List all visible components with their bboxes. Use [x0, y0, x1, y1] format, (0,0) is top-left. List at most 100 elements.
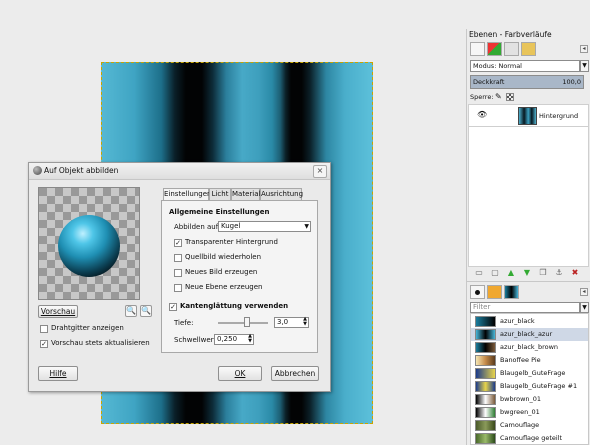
transparent-bg-label: Transparenter Hintergrund: [185, 238, 278, 246]
gradient-swatch: [475, 329, 496, 340]
gradient-item[interactable]: Banoffee Pie: [471, 354, 588, 367]
map-to-label: Abbilden auf:: [174, 223, 221, 231]
lock-label: Sperre:: [470, 93, 494, 101]
new-layer-checkbox[interactable]: [174, 284, 182, 292]
gradient-swatch: [475, 316, 496, 327]
new-group-icon[interactable]: ▢: [491, 269, 499, 277]
gradient-name: bwbrown_01: [500, 395, 542, 403]
close-icon[interactable]: ×: [313, 165, 327, 178]
tab-light[interactable]: Licht: [209, 188, 231, 200]
tab-orientation[interactable]: Ausrichtung: [260, 188, 303, 200]
gradient-name: azur_black_brown: [500, 343, 559, 351]
gradient-item[interactable]: azur_black_azur: [471, 328, 588, 341]
gradient-swatch: [475, 355, 496, 366]
tab-material[interactable]: Material: [231, 188, 260, 200]
tile-source-checkbox[interactable]: [174, 254, 182, 262]
gradient-item[interactable]: Blaugelb_GuteFrage: [471, 367, 588, 380]
layer-name: Hintergrund: [539, 112, 579, 120]
gradient-item[interactable]: azur_black_brown: [471, 341, 588, 354]
cancel-button-label: Abbrechen: [274, 369, 316, 378]
new-layer-label: Neue Ebene erzeugen: [185, 283, 263, 291]
gradients-tab-icon[interactable]: [504, 285, 519, 299]
chevron-down-icon[interactable]: ▼: [580, 302, 589, 313]
mode-value: Modus: Normal: [473, 62, 522, 70]
transparent-bg-checkbox[interactable]: ✓: [174, 239, 182, 247]
gradient-item[interactable]: bwgreen_01: [471, 406, 588, 419]
help-button[interactable]: Hilfe: [38, 366, 78, 381]
gradient-item[interactable]: Camouflage: [471, 419, 588, 432]
gradient-swatch: [475, 368, 496, 379]
zoom-in-icon[interactable]: 🔍: [140, 305, 152, 317]
lower-layer-icon[interactable]: ▼: [523, 269, 531, 277]
new-image-label: Neues Bild erzeugen: [185, 268, 258, 276]
layer-row[interactable]: 👁 Hintergrund: [468, 104, 589, 127]
preview-button[interactable]: Vorschau: [38, 305, 78, 318]
gradient-name: Camouflage: [500, 421, 540, 429]
cancel-button[interactable]: Abbrechen: [271, 366, 319, 381]
gradient-item[interactable]: Blaugelb_GuteFrage #1: [471, 380, 588, 393]
gradient-name: Camouflage geteilt: [500, 434, 563, 442]
auto-preview-label: Vorschau stets aktualisieren: [51, 339, 150, 347]
brushes-tab-icon[interactable]: [470, 285, 485, 299]
paths-tab-icon[interactable]: [504, 42, 519, 56]
map-to-select[interactable]: Kugel ▼: [218, 221, 311, 232]
panel-menu-icon[interactable]: ◂: [580, 288, 588, 296]
zoom-out-icon[interactable]: 🔍: [125, 305, 137, 317]
chevron-down-icon[interactable]: ▼: [580, 60, 589, 72]
help-button-label: Hilfe: [49, 369, 67, 378]
section-title: Allgemeine Einstellungen: [169, 208, 270, 216]
map-object-dialog: Auf Objekt abbilden × Vorschau 🔍 🔍 Draht…: [28, 162, 331, 392]
opacity-slider[interactable]: Deckkraft 100,0: [470, 75, 584, 89]
gradient-list[interactable]: azur_black azur_black_azur azur_black_brow…: [470, 313, 589, 445]
layer-thumbnail: [518, 107, 537, 125]
chevron-down-icon: ▼: [304, 223, 309, 230]
gradient-swatch: [475, 381, 496, 392]
antialias-checkbox[interactable]: ✓: [169, 303, 177, 311]
delete-layer-icon[interactable]: ✖: [571, 269, 579, 277]
depth-value: 3,0: [277, 318, 289, 326]
depth-spinner[interactable]: 3,0 ▲ ▼: [274, 317, 309, 328]
anchor-layer-icon[interactable]: ⚓: [555, 269, 563, 277]
gradient-name: bwgreen_01: [500, 408, 540, 416]
threshold-value: 0,250: [217, 335, 238, 343]
tile-source-label: Quellbild wiederholen: [185, 253, 262, 261]
gradient-name: Blaugelb_GuteFrage: [500, 369, 566, 377]
new-image-checkbox[interactable]: [174, 269, 182, 277]
gradient-item[interactable]: Camouflage geteilt: [471, 432, 588, 444]
ok-button[interactable]: OK: [218, 366, 262, 381]
channels-tab-icon[interactable]: [487, 42, 502, 56]
auto-preview-checkbox[interactable]: ✓: [40, 340, 48, 348]
gradient-swatch: [475, 407, 496, 418]
gradient-item[interactable]: bwbrown_01: [471, 393, 588, 406]
layer-list-empty-area[interactable]: [468, 127, 589, 267]
dialog-titlebar[interactable]: Auf Objekt abbilden ×: [29, 163, 330, 180]
brush-lock-icon[interactable]: ✎: [495, 93, 503, 101]
panel-menu-icon[interactable]: ◂: [580, 45, 588, 53]
patterns-tab-icon[interactable]: [487, 285, 502, 299]
alpha-lock-icon[interactable]: [506, 93, 514, 101]
threshold-spinner[interactable]: 0,250 ▲ ▼: [214, 334, 254, 345]
gradient-filter-input[interactable]: Filter: [470, 302, 580, 313]
gradient-swatch: [475, 394, 496, 405]
brush-dot: [475, 290, 480, 295]
gradient-name: azur_black_azur: [500, 330, 553, 338]
gradient-swatch: [475, 433, 496, 444]
settings-panel: Allgemeine Einstellungen Abbilden auf: K…: [161, 200, 318, 353]
preview-area: [38, 187, 140, 300]
wireframe-checkbox[interactable]: [40, 325, 48, 333]
layers-tab-icon[interactable]: [470, 42, 485, 56]
wireframe-label: Drahtgitter anzeigen: [51, 324, 124, 332]
filter-placeholder: Filter: [473, 303, 491, 311]
eye-icon[interactable]: 👁: [477, 110, 487, 119]
mode-select[interactable]: Modus: Normal: [470, 60, 580, 72]
threshold-label: Schwellwert:: [174, 336, 219, 344]
depth-slider-handle[interactable]: [243, 317, 250, 327]
raise-layer-icon[interactable]: ▲: [507, 269, 515, 277]
undo-tab-icon[interactable]: [521, 42, 536, 56]
new-layer-icon[interactable]: ▭: [475, 269, 483, 277]
duplicate-layer-icon[interactable]: ❐: [539, 269, 547, 277]
gradient-item[interactable]: azur_black: [471, 315, 588, 328]
gradient-swatch: [475, 342, 496, 353]
gradient-swatch: [475, 420, 496, 431]
dock-title: Ebenen - Farbverläufe: [469, 30, 552, 39]
